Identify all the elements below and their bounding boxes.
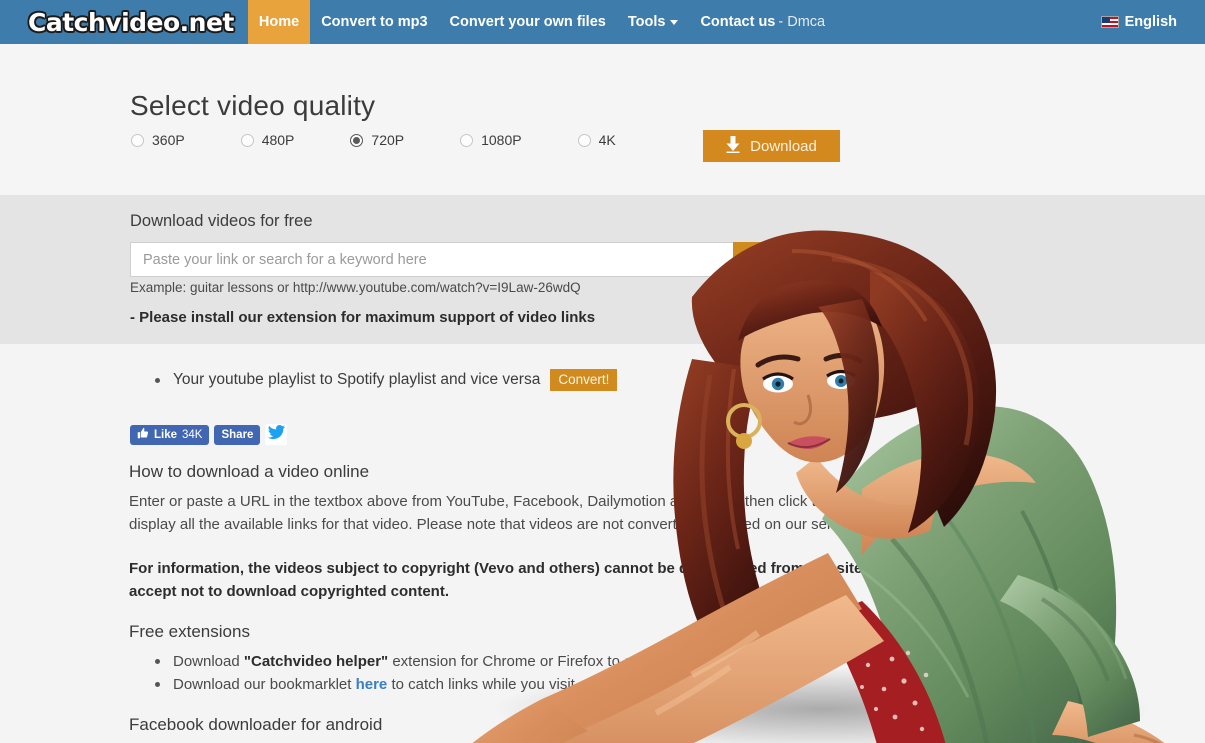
nav-item-convert-your-own-files[interactable]: Convert your own files: [439, 0, 617, 44]
site-logo[interactable]: Catchvideo.net: [0, 0, 248, 44]
bullet-icon: [155, 682, 160, 687]
extensions-heading: Free extensions: [129, 622, 250, 641]
quality-option-label: 360P: [152, 132, 185, 148]
navbar: Catchvideo.net Home Convert to mp3 Conve…: [0, 0, 1205, 44]
extension-item-suffix: to catch links while you visit a video w…: [387, 676, 683, 693]
facebook-like-count: 34K: [182, 428, 203, 441]
extension-item-suffix: extension for Chrome or Firefox to catch…: [388, 653, 793, 670]
social-buttons: Like 34K Share: [130, 424, 288, 445]
howto-paragraph: Enter or paste a URL in the textbox abov…: [129, 493, 1049, 533]
radio-icon[interactable]: [131, 133, 144, 147]
quality-option-label: 4K: [598, 132, 616, 148]
facebook-share-button[interactable]: Share: [214, 424, 261, 445]
bookmarklet-link[interactable]: here: [356, 676, 388, 693]
quality-option-360p[interactable]: 360P: [131, 132, 185, 148]
list-item: Download our bookmarklet here to catch l…: [155, 673, 1085, 696]
extension-item-text: Download our bookmarklet here to catch l…: [173, 673, 682, 696]
twitter-share-button[interactable]: [265, 424, 288, 445]
radio-icon-selected[interactable]: [350, 133, 364, 147]
quality-option-4k[interactable]: 4K: [577, 132, 616, 148]
search-heading: Download videos for free: [130, 212, 313, 230]
nav-item-home[interactable]: Home: [247, 0, 311, 44]
download-button[interactable]: Download: [703, 130, 840, 162]
extension-install-note: - Please install our extension for maxim…: [130, 309, 596, 326]
facebook-share-label: Share: [221, 428, 254, 441]
page-title: Select video quality: [130, 90, 376, 121]
nav-links: Home Convert to mp3 Convert your own fil…: [247, 0, 839, 44]
nav-item-convert-to-mp3[interactable]: Convert to mp3: [310, 0, 438, 44]
list-item: Download "Catchvideo helper" extension f…: [155, 650, 1085, 673]
howto-copyright-notice: For information, the videos subject to c…: [129, 560, 1057, 600]
android-heading: Facebook downloader for android: [129, 715, 383, 734]
quality-option-720p[interactable]: 720P: [350, 132, 404, 148]
download-button-label: Download: [750, 137, 817, 155]
twitter-bird-icon: [267, 424, 286, 445]
quality-option-label: 720P: [371, 132, 405, 148]
radio-icon[interactable]: [460, 133, 474, 147]
search-bar: Catch!: [130, 242, 800, 277]
navbar-right: English: [1100, 0, 1205, 44]
radio-icon[interactable]: [240, 133, 254, 147]
nav-item-label: Tools: [627, 14, 666, 30]
extension-item-text: Download "Catchvideo helper" extension f…: [173, 650, 793, 673]
quality-radio-group: 360P 480P 720P 1080P 4K: [131, 132, 616, 148]
nav-item-label: Contact us: [700, 14, 776, 30]
quality-section: Select video quality 360P 480P 720P 1080…: [0, 44, 1205, 195]
search-input[interactable]: [130, 242, 733, 277]
bullet-icon: [155, 659, 160, 664]
spotify-playlist-item: Your youtube playlist to Spotify playlis…: [155, 369, 618, 391]
extension-item-prefix: Download: [173, 653, 244, 670]
quality-option-label: 480P: [261, 132, 295, 148]
extensions-list: Download "Catchvideo helper" extension f…: [155, 650, 1085, 696]
spotify-playlist-text: Your youtube playlist to Spotify playlis…: [173, 371, 541, 388]
us-flag-icon: [1100, 16, 1119, 28]
extension-item-bold[interactable]: "Catchvideo helper": [244, 653, 388, 670]
extension-item-prefix: Download our bookmarklet: [173, 676, 356, 693]
radio-icon[interactable]: [577, 133, 591, 147]
search-example-text: Example: guitar lessons or http://www.yo…: [130, 280, 581, 295]
nav-item-label: Convert your own files: [449, 14, 606, 30]
nav-item-label: Convert to mp3: [321, 14, 428, 30]
page-root: Catchvideo.net Home Convert to mp3 Conve…: [0, 0, 1205, 743]
nav-item-contact-us-dmca[interactable]: Contact us - Dmca: [689, 0, 839, 44]
main-content: Your youtube playlist to Spotify playlis…: [0, 344, 1205, 743]
catch-button[interactable]: Catch!: [733, 242, 800, 277]
chevron-down-icon: [670, 19, 679, 25]
nav-item-tools[interactable]: Tools: [617, 0, 690, 44]
language-label: English: [1124, 14, 1177, 30]
thumbs-up-icon: [137, 427, 149, 442]
download-arrow-icon: [726, 135, 740, 157]
nav-item-suffix: - Dmca: [778, 14, 826, 30]
quality-option-480p[interactable]: 480P: [240, 132, 295, 148]
howto-heading: How to download a video online: [129, 462, 370, 481]
quality-option-1080p[interactable]: 1080P: [460, 132, 522, 148]
language-selector[interactable]: English: [1100, 14, 1183, 30]
facebook-like-button[interactable]: Like 34K: [130, 424, 210, 445]
quality-option-label: 1080P: [481, 132, 522, 148]
convert-button[interactable]: Convert!: [550, 369, 618, 391]
facebook-like-label: Like: [154, 428, 178, 441]
bullet-icon: [155, 377, 160, 383]
nav-item-label: Home: [258, 14, 300, 30]
